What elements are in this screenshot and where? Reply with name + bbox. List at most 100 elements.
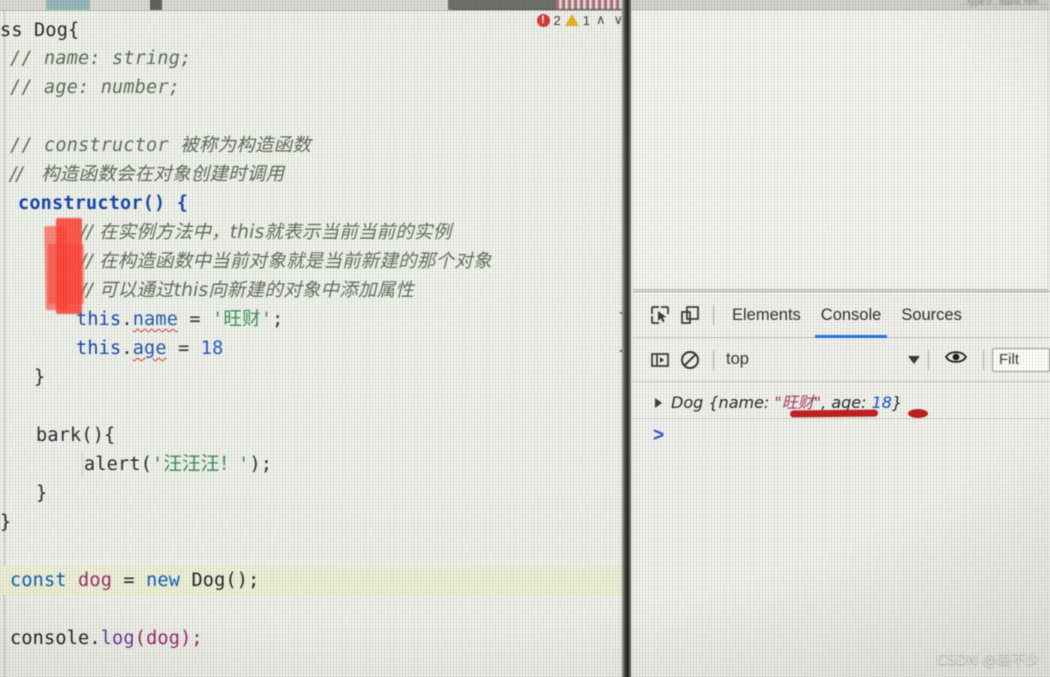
code-line[interactable]: // constructor 被称为构造函数 <box>0 131 631 160</box>
code-token-class-tail: ss Dog{ <box>0 20 80 41</box>
window-split-divider[interactable] <box>622 0 631 677</box>
code-token-new: new <box>146 570 181 591</box>
warning-icon[interactable] <box>564 14 579 26</box>
code-token-constructor: constructor() { <box>18 193 189 214</box>
code-line-current[interactable]: const dog = new Dog(); <box>0 566 631 595</box>
code-token-class-Dog: Dog(); <box>191 570 260 591</box>
console-output[interactable]: Dog {name: "旺财", age: 18} > <box>633 382 1050 453</box>
code-token-comment-cn: // 在实例方法中，this就表示当前当前的实例 <box>80 222 452 243</box>
code-line-blank[interactable] <box>0 392 631 421</box>
code-line[interactable]: // 在实例方法中，this就表示当前当前的实例 <box>0 218 631 247</box>
code-token-semicolon: ; <box>260 454 273 475</box>
code-token-log: log <box>100 628 135 649</box>
code-line-blank[interactable] <box>0 537 631 566</box>
csdn-watermark: CSDN @差不少 <box>936 652 1040 668</box>
code-token-alert: alert <box>84 454 141 475</box>
code-token-equals: = <box>112 570 147 591</box>
console-open-brace: { <box>708 393 719 412</box>
console-prompt-icon: > <box>653 425 665 446</box>
code-token-brace-class: } <box>0 512 12 533</box>
code-token-comment: // constructor <box>10 135 181 156</box>
code-editor-pane: ss Dog{ // name: string; // age: number;… <box>0 0 631 677</box>
code-line[interactable]: } <box>0 363 631 392</box>
code-token-dot: . <box>121 338 133 359</box>
code-token-comment: // name: string; <box>10 48 192 69</box>
code-line[interactable]: // 在构造函数中当前对象就是当前新建的那个对象 <box>0 247 631 276</box>
code-token-comment-cn: // 构造函数会在对象创建时调用 <box>10 164 285 185</box>
code-line-blank[interactable] <box>0 102 631 131</box>
code-token-comment: // age: number; <box>10 77 181 98</box>
code-token-brace: } <box>36 483 48 504</box>
code-token-brace: } <box>34 367 46 388</box>
clear-console-icon[interactable] <box>675 345 705 375</box>
code-token-comment-cn: 被称为构造函数 <box>180 135 311 156</box>
expand-object-triangle-icon[interactable] <box>655 398 662 408</box>
code-token-string-wangcai: '旺财' <box>212 309 273 330</box>
console-filter-input[interactable]: Filt <box>992 347 1050 372</box>
error-icon[interactable]: ! <box>536 13 550 27</box>
editor-tab-chip[interactable] <box>46 0 90 10</box>
toolbar-separator <box>983 349 984 370</box>
devtools-tab-sources[interactable]: Sources <box>891 292 972 338</box>
code-token-number-18: 18 <box>200 338 224 359</box>
code-token-log-arg: (dog); <box>134 628 203 649</box>
code-line[interactable]: this.name = '旺财'; <box>0 305 631 334</box>
photo-of-screen: ss Dog{ // name: string; // age: number;… <box>0 0 1050 677</box>
code-token-string-wangwang: '汪汪汪！' <box>152 454 250 475</box>
code-line[interactable]: // name: string; <box>0 44 631 73</box>
editor-tab-strip[interactable] <box>0 0 631 11</box>
console-filter-bar: top Filt <box>633 338 1050 382</box>
code-token-comment-cn: // 在构造函数中当前对象就是当前新建的那个对象 <box>80 251 492 272</box>
devtools-tab-bar: Elements Console Sources <box>633 292 1050 338</box>
devtools-panel: Elements Console Sources top Filt Dog {n… <box>633 291 1050 677</box>
browser-tab-strip[interactable]: ...type://...blank.htm... <box>631 0 1050 10</box>
code-line-blank[interactable] <box>0 595 631 624</box>
prev-problem-chevron-icon[interactable]: ∧ <box>594 12 608 28</box>
code-token-dot: . <box>89 628 101 649</box>
code-token-this: this <box>76 309 122 330</box>
console-value-name: "旺财" <box>774 393 822 412</box>
execution-context-select[interactable]: top <box>722 350 753 369</box>
code-line[interactable]: // age: number; <box>0 73 631 102</box>
live-expression-icon[interactable] <box>945 349 967 370</box>
code-token-paren-open: ( <box>140 454 153 475</box>
code-token-prop-age: age <box>132 338 167 359</box>
code-token-const: const <box>10 570 67 591</box>
code-line[interactable]: constructor() { <box>0 189 631 218</box>
toolbar-separator <box>713 349 714 370</box>
devtools-tab-console[interactable]: Console <box>811 292 892 338</box>
code-token-var-dog: dog <box>78 570 113 591</box>
code-line[interactable]: // 构造函数会在对象创建时调用 <box>0 160 631 189</box>
code-line[interactable]: this.age = 18 <box>0 334 631 363</box>
code-line[interactable]: } <box>0 508 631 537</box>
code-line[interactable]: alert('汪汪汪！'); <box>0 450 631 479</box>
console-key-name: name: <box>718 393 770 412</box>
browser-viewport[interactable] <box>633 11 1048 290</box>
devtools-tab-elements[interactable]: Elements <box>722 292 811 338</box>
code-line[interactable]: bark(){ <box>0 421 631 450</box>
code-token-comment-cn: // 可以通过this向新建的对象中添加属性 <box>80 280 415 301</box>
code-token-equals: = <box>178 309 213 330</box>
console-close-brace: } <box>891 393 903 412</box>
problems-status-cluster[interactable]: ! 2 1 ∧ ∨ <box>536 12 626 28</box>
browser-tab-title: ...type://...blank.htm... <box>959 0 1046 7</box>
code-token-paren-close: ) <box>249 454 261 475</box>
code-line[interactable]: } <box>0 479 631 508</box>
code-line[interactable]: console.log(dog); <box>0 624 631 653</box>
code-token-this: this <box>76 338 122 359</box>
code-token-semicolon: ; <box>272 309 284 330</box>
device-toolbar-icon[interactable] <box>675 300 705 330</box>
console-sidebar-icon[interactable] <box>645 345 675 375</box>
editor-tab-chip[interactable] <box>150 0 162 10</box>
chevron-down-icon[interactable] <box>908 355 920 364</box>
inspect-element-icon[interactable] <box>645 300 675 330</box>
code-surface[interactable]: ss Dog{ // name: string; // age: number;… <box>0 11 631 677</box>
console-object-name: Dog <box>671 393 704 412</box>
code-token-dot: . <box>121 309 133 330</box>
code-token-prop-name: name <box>132 309 179 330</box>
console-prompt-row[interactable]: > <box>633 419 1050 453</box>
browser-window: ...type://...blank.htm... Elements Conso… <box>631 0 1050 677</box>
code-token-equals: = <box>166 338 201 359</box>
toolbar-separator <box>713 304 714 325</box>
code-line[interactable]: // 可以通过this向新建的对象中添加属性 <box>0 276 631 305</box>
